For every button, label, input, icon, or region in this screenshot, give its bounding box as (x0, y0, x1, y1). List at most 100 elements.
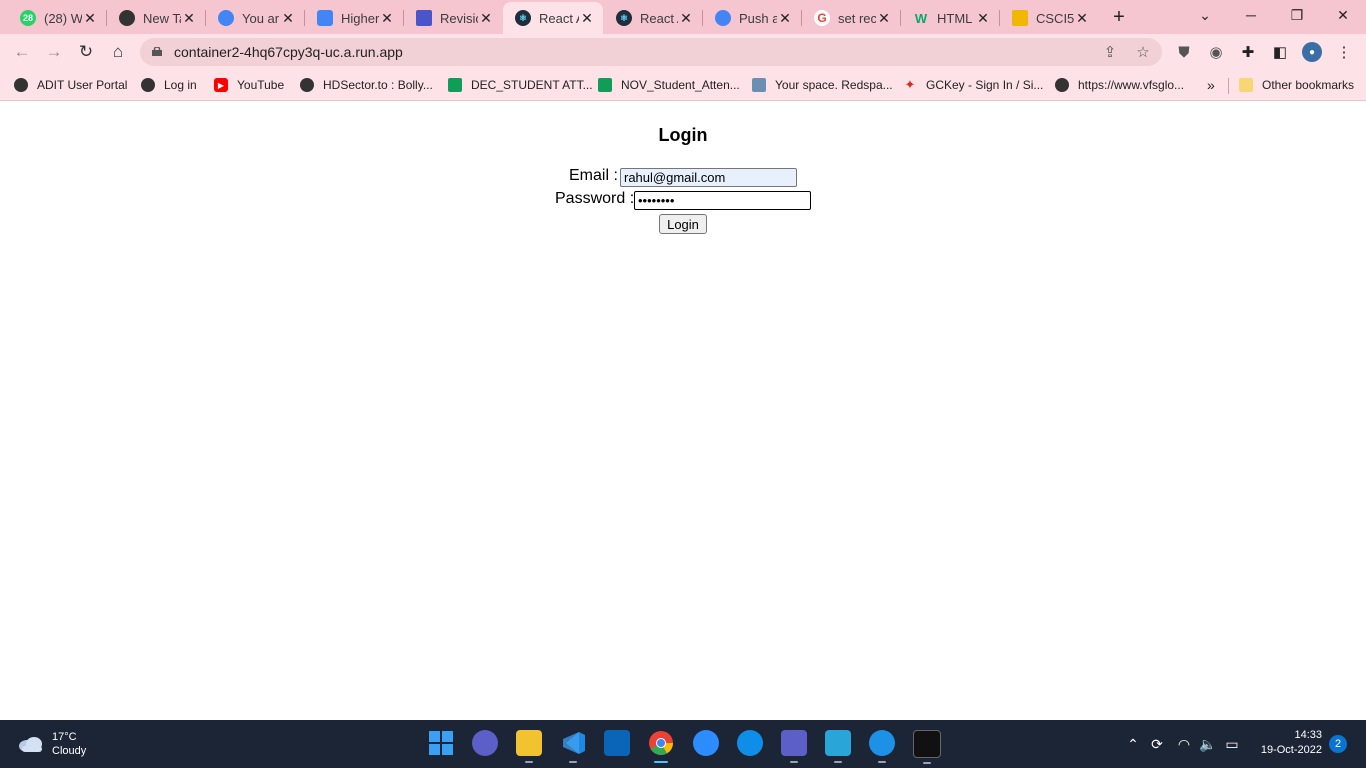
chevron-up-icon[interactable]: ⌃ (1123, 734, 1143, 754)
bookmark-label: DEC_STUDENT ATT... (471, 78, 593, 92)
reload-icon[interactable]: ↻ (74, 40, 98, 64)
clock[interactable]: 14:33 19-Oct-2022 (1252, 728, 1322, 758)
close-icon[interactable]: ✕ (579, 10, 595, 26)
docker-icon[interactable] (869, 730, 895, 763)
tab-title: Revisio (440, 10, 478, 26)
whatsapp-icon: 28 (20, 10, 36, 26)
close-icon[interactable]: ✕ (876, 10, 892, 26)
restore-icon[interactable]: ❐ (1283, 4, 1311, 26)
bookmark-youtube[interactable]: ▶ YouTube (214, 76, 284, 94)
page-content: Login Email : Password : Login (0, 101, 1366, 720)
chrome-icon[interactable] (648, 730, 674, 763)
tab-3[interactable]: Higher ✕ (305, 4, 404, 32)
tab-2[interactable]: You ar ✕ (206, 4, 305, 32)
new-tab-plus-icon[interactable]: + (1108, 6, 1130, 28)
bookmark-star-icon[interactable]: ☆ (1133, 42, 1153, 62)
globe-icon (300, 78, 314, 92)
menu-dots-icon[interactable]: ⋮ (1334, 42, 1354, 62)
tab-10[interactable]: CSCI5 ✕ (1000, 4, 1098, 32)
time: 14:33 (1294, 729, 1322, 741)
arrow-icon (416, 10, 432, 26)
bookmark-adit[interactable]: ADIT User Portal (14, 76, 127, 94)
tab-title: CSCI5 (1036, 10, 1074, 26)
hexagon-icon (317, 10, 333, 26)
bookmark-gckey[interactable]: ✦ GCKey - Sign In / Si... (903, 76, 1044, 94)
close-icon[interactable]: ✕ (678, 10, 694, 26)
notepad-icon[interactable] (825, 730, 851, 763)
close-icon[interactable]: ✕ (975, 10, 991, 26)
back-arrow-icon[interactable]: ← (10, 40, 34, 64)
other-bookmarks[interactable]: Other bookmarks (1239, 76, 1354, 94)
tab-9[interactable]: W HTML ✕ (901, 4, 1000, 32)
email-field[interactable] (620, 168, 797, 187)
bookmark-label: NOV_Student_Atten... (621, 78, 740, 92)
chat-icon[interactable] (472, 730, 498, 756)
minimize-icon[interactable]: ─ (1237, 4, 1265, 26)
sync-icon[interactable]: ⟳ (1147, 734, 1167, 754)
bookmark-vfsglobal[interactable]: https://www.vfsglo... (1055, 76, 1184, 94)
weather-condition: Cloudy (52, 745, 87, 757)
battery-icon[interactable]: ▭ (1222, 734, 1242, 754)
notification-badge[interactable]: 2 (1329, 735, 1347, 753)
vscode-icon[interactable] (560, 730, 586, 763)
bookmark-dec-student[interactable]: DEC_STUDENT ATT... (448, 76, 593, 94)
google-cloud-icon (715, 10, 731, 26)
start-windows-icon[interactable] (428, 730, 454, 756)
close-icon[interactable]: ✕ (280, 10, 296, 26)
folder-icon (1012, 10, 1028, 26)
bookmark-label: Log in (164, 78, 197, 92)
close-icon[interactable]: ✕ (181, 10, 197, 26)
side-panel-icon[interactable]: ◧ (1270, 42, 1290, 62)
more-bookmarks-chevron-icon[interactable]: » (1207, 76, 1215, 94)
close-icon[interactable]: ✕ (82, 10, 98, 26)
wifi-icon[interactable]: ◠ (1174, 734, 1194, 754)
weather-widget[interactable]: 17°C Cloudy (18, 730, 86, 758)
tab-0[interactable]: 28 (28) W ✕ (8, 4, 107, 32)
url-text: container2-4hq67cpy3q-uc.a.run.app (174, 44, 403, 60)
bookmark-login[interactable]: Log in (141, 76, 197, 94)
forward-arrow-icon[interactable]: → (42, 40, 66, 64)
shield-extension-icon[interactable]: ⛊ (1174, 42, 1194, 62)
file-explorer-icon[interactable] (516, 730, 542, 763)
youtube-icon: ▶ (214, 78, 228, 92)
google-cloud-icon (218, 10, 234, 26)
redspace-icon (752, 78, 766, 92)
tab-1[interactable]: New Ta ✕ (107, 4, 206, 32)
tab-strip: 28 (28) W ✕ New Ta ✕ You ar ✕ Higher ✕ R… (0, 0, 1366, 34)
window-close-icon[interactable]: ✕ (1329, 4, 1357, 26)
bookmark-label: Your space. Redspa... (775, 78, 893, 92)
home-icon[interactable]: ⌂ (106, 40, 130, 64)
tab-5[interactable]: ⚛ React A ✕ (503, 2, 603, 34)
close-icon[interactable]: ✕ (777, 10, 793, 26)
extension-badge-icon[interactable]: ◉ (1206, 42, 1226, 62)
extensions-puzzle-icon[interactable]: ✚ (1238, 42, 1258, 62)
address-bar[interactable]: container2-4hq67cpy3q-uc.a.run.app ⇪ ☆ (140, 38, 1162, 66)
bookmark-label: GCKey - Sign In / Si... (926, 78, 1044, 92)
outlook-icon[interactable] (604, 730, 630, 756)
tab-title: React A (539, 10, 579, 26)
globe-icon (141, 78, 155, 92)
bookmark-hdsector[interactable]: HDSector.to : Bolly... (300, 76, 433, 94)
teams-icon[interactable] (781, 730, 807, 763)
profile-avatar[interactable]: ● (1302, 42, 1322, 62)
close-icon[interactable]: ✕ (478, 10, 494, 26)
bookmark-redspace[interactable]: Your space. Redspa... (752, 76, 893, 94)
tab-6[interactable]: ⚛ React A ✕ (604, 4, 703, 32)
close-icon[interactable]: ✕ (1074, 10, 1090, 26)
email-label: Email : (569, 167, 618, 184)
tab-4[interactable]: Revisio ✕ (404, 4, 502, 32)
bookmark-label: YouTube (237, 78, 285, 92)
password-field[interactable] (634, 191, 811, 210)
tab-8[interactable]: G set rec ✕ (802, 4, 901, 32)
bookmark-nov-student[interactable]: NOV_Student_Atten... (598, 76, 740, 94)
share-icon[interactable]: ⇪ (1100, 42, 1120, 62)
tab-7[interactable]: Push a ✕ (703, 4, 802, 32)
bookmark-label: https://www.vfsglo... (1078, 78, 1185, 92)
login-button[interactable]: Login (659, 214, 707, 234)
terminal-icon[interactable] (913, 730, 941, 764)
close-icon[interactable]: ✕ (379, 10, 395, 26)
tab-search-chevron-icon[interactable]: ⌄ (1191, 4, 1219, 26)
volume-icon[interactable]: 🔈 (1198, 734, 1218, 754)
teamviewer-icon[interactable] (737, 730, 763, 756)
zoom-icon[interactable] (693, 730, 719, 756)
